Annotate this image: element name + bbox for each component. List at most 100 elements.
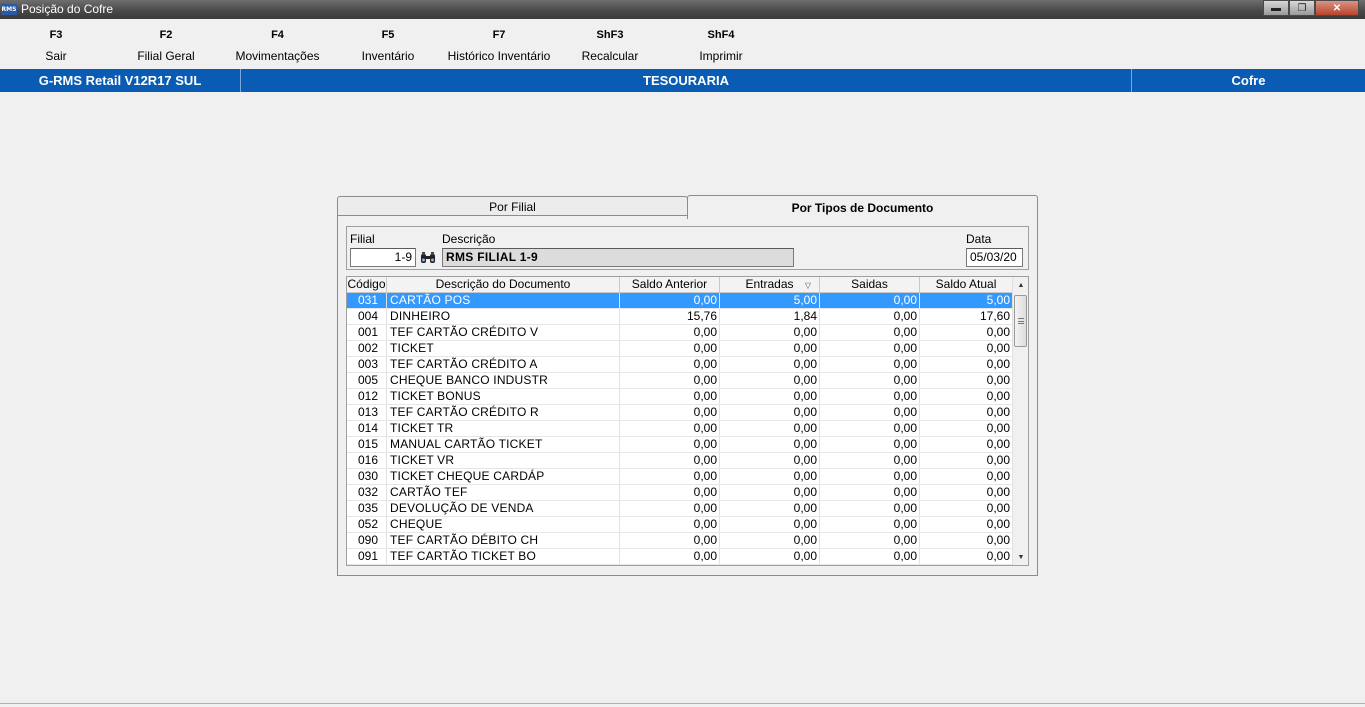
- column-header-saldo-anterior[interactable]: Saldo Anterior: [620, 277, 720, 293]
- row-descricao: TICKET TR: [387, 421, 620, 436]
- historico-inventario-button[interactable]: F7 Histórico Inventário: [443, 28, 555, 64]
- button-label: Inventário: [361, 49, 415, 63]
- row-saldo-anterior: 15,76: [620, 309, 720, 324]
- data-input[interactable]: 05/03/20: [966, 248, 1023, 267]
- data-label: Data: [966, 232, 992, 246]
- filter-group: Filial 1-9 Descrição RMS FILIAL 1-9 Data…: [346, 226, 1029, 270]
- row-codigo: 090: [347, 533, 387, 548]
- row-saidas: 0,00: [820, 421, 920, 436]
- row-codigo: 035: [347, 501, 387, 516]
- table-row[interactable]: 052 CHEQUE 0,00 0,00 0,00 0,00: [347, 517, 1014, 533]
- row-saidas: 0,00: [820, 469, 920, 484]
- grip-icon: [1017, 318, 1024, 324]
- row-saidas: 0,00: [820, 293, 920, 308]
- row-saidas: 0,00: [820, 373, 920, 388]
- row-saidas: 0,00: [820, 325, 920, 340]
- table-row[interactable]: 013 TEF CARTÃO CRÉDITO R 0,00 0,00 0,00 0,00: [347, 405, 1014, 421]
- row-entradas: 0,00: [720, 453, 820, 468]
- row-descricao: TEF CARTÃO TICKET BO: [387, 549, 620, 564]
- table-row[interactable]: 001 TEF CARTÃO CRÉDITO V 0,00 0,00 0,00 0,00: [347, 325, 1014, 341]
- row-codigo: 016: [347, 453, 387, 468]
- maximize-icon[interactable]: ❐: [1289, 0, 1315, 16]
- row-entradas: 0,00: [720, 373, 820, 388]
- button-label: Filial Geral: [137, 49, 195, 63]
- row-codigo: 004: [347, 309, 387, 324]
- table-row[interactable]: 015 MANUAL CARTÃO TICKET 0,00 0,00 0,00 0,00: [347, 437, 1014, 453]
- binoculars-icon[interactable]: [418, 248, 438, 267]
- tab-por-filial[interactable]: Por Filial: [337, 196, 688, 216]
- row-codigo: 003: [347, 357, 387, 372]
- row-descricao: CHEQUE: [387, 517, 620, 532]
- column-header-descricao[interactable]: Descrição do Documento: [387, 277, 620, 293]
- table-row[interactable]: 035 DEVOLUÇÃO DE VENDA 0,00 0,00 0,00 0,00: [347, 501, 1014, 517]
- tab-por-tipos-documento[interactable]: Por Tipos de Documento: [687, 195, 1038, 219]
- function-key-label: ShF4: [707, 29, 735, 41]
- row-saldo-atual: 5,00: [920, 293, 1013, 308]
- vertical-scrollbar[interactable]: ▲ ▼: [1012, 277, 1028, 565]
- row-saldo-anterior: 0,00: [620, 373, 720, 388]
- table-body: 031 CARTÃO POS 0,00 5,00 0,00 5,00 004 DINHEIRO…: [347, 293, 1014, 565]
- scroll-up-icon[interactable]: ▲: [1013, 277, 1028, 293]
- table-row[interactable]: 032 CARTÃO TEF 0,00 0,00 0,00 0,00: [347, 485, 1014, 501]
- row-descricao: TICKET CHEQUE CARDÁP: [387, 469, 620, 484]
- close-icon[interactable]: ✕: [1315, 0, 1359, 16]
- row-entradas: 0,00: [720, 325, 820, 340]
- function-key-label: F5: [381, 29, 395, 41]
- row-codigo: 030: [347, 469, 387, 484]
- row-saldo-atual: 0,00: [920, 517, 1013, 532]
- inventario-button[interactable]: F5 Inventário: [353, 28, 423, 64]
- tab-label: Por Filial: [489, 200, 536, 214]
- row-saldo-anterior: 0,00: [620, 437, 720, 452]
- table-row[interactable]: 090 TEF CARTÃO DÉBITO CH 0,00 0,00 0,00 0,00: [347, 533, 1014, 549]
- tab-label: Por Tipos de Documento: [791, 201, 934, 215]
- filial-input[interactable]: 1-9: [350, 248, 416, 267]
- row-descricao: CARTÃO POS: [387, 293, 620, 308]
- movimentacoes-button[interactable]: F4 Movimentações: [230, 28, 325, 64]
- row-descricao: DINHEIRO: [387, 309, 620, 324]
- table-row[interactable]: 003 TEF CARTÃO CRÉDITO A 0,00 0,00 0,00 0,00: [347, 357, 1014, 373]
- row-entradas: 0,00: [720, 501, 820, 516]
- row-descricao: CHEQUE BANCO INDUSTR: [387, 373, 620, 388]
- row-saldo-atual: 0,00: [920, 485, 1013, 500]
- table-row[interactable]: 005 CHEQUE BANCO INDUSTR 0,00 0,00 0,00 0,00: [347, 373, 1014, 389]
- table-row[interactable]: 030 TICKET CHEQUE CARDÁP 0,00 0,00 0,00 0,00: [347, 469, 1014, 485]
- row-codigo: 032: [347, 485, 387, 500]
- cofre-panel: Por Filial Por Tipos de Documento Filial…: [337, 195, 1038, 576]
- row-entradas: 5,00: [720, 293, 820, 308]
- column-header-saidas[interactable]: Saidas: [820, 277, 920, 293]
- row-saldo-atual: 0,00: [920, 405, 1013, 420]
- column-header-codigo[interactable]: Código: [347, 277, 387, 293]
- row-codigo: 005: [347, 373, 387, 388]
- table-row[interactable]: 091 TEF CARTÃO TICKET BO 0,00 0,00 0,00 0,00: [347, 549, 1014, 565]
- row-saldo-atual: 0,00: [920, 357, 1013, 372]
- imprimir-button[interactable]: ShF4 Imprimir: [688, 28, 754, 64]
- screen-name-label: Cofre: [1231, 73, 1266, 88]
- row-entradas: 0,00: [720, 437, 820, 452]
- row-descricao: TICKET: [387, 341, 620, 356]
- table-row[interactable]: 016 TICKET VR 0,00 0,00 0,00 0,00: [347, 453, 1014, 469]
- row-entradas: 0,00: [720, 421, 820, 436]
- table-row[interactable]: 031 CARTÃO POS 0,00 5,00 0,00 5,00: [347, 293, 1014, 309]
- scroll-down-icon[interactable]: ▼: [1013, 549, 1028, 565]
- table-row[interactable]: 014 TICKET TR 0,00 0,00 0,00 0,00: [347, 421, 1014, 437]
- column-header-saldo-atual[interactable]: Saldo Atual: [920, 277, 1013, 293]
- table-row[interactable]: 012 TICKET BONUS 0,00 0,00 0,00 0,00: [347, 389, 1014, 405]
- minimize-icon[interactable]: ▬: [1263, 0, 1289, 16]
- row-codigo: 052: [347, 517, 387, 532]
- scroll-thumb[interactable]: [1014, 295, 1027, 347]
- row-saldo-anterior: 0,00: [620, 293, 720, 308]
- exit-button[interactable]: F3 Sair: [28, 28, 84, 64]
- row-saidas: 0,00: [820, 389, 920, 404]
- recalcular-button[interactable]: ShF3 Recalcular: [575, 28, 645, 64]
- column-header-entradas[interactable]: Entradas ▽: [720, 277, 820, 293]
- row-saidas: 0,00: [820, 437, 920, 452]
- row-saldo-anterior: 0,00: [620, 453, 720, 468]
- table-row[interactable]: 002 TICKET 0,00 0,00 0,00 0,00: [347, 341, 1014, 357]
- filial-geral-button[interactable]: F2 Filial Geral: [127, 28, 205, 64]
- row-codigo: 001: [347, 325, 387, 340]
- filial-label: Filial: [350, 232, 375, 246]
- row-codigo: 091: [347, 549, 387, 564]
- row-descricao: TEF CARTÃO CRÉDITO V: [387, 325, 620, 340]
- row-codigo: 002: [347, 341, 387, 356]
- table-row[interactable]: 004 DINHEIRO 15,76 1,84 0,00 17,60: [347, 309, 1014, 325]
